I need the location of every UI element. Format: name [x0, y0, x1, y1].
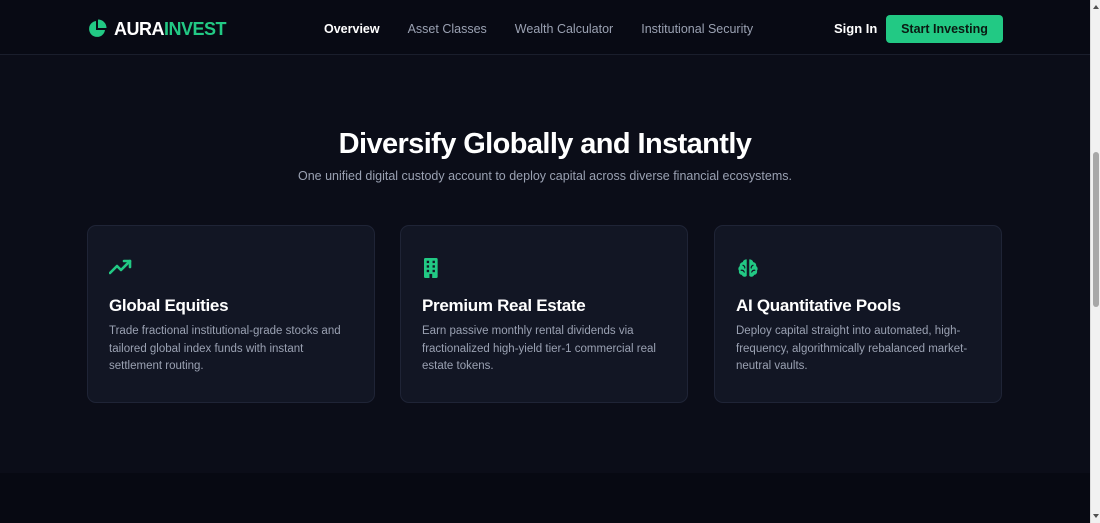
card-description: Earn passive monthly rental dividends vi… [422, 325, 656, 372]
brand-name-part2: INVEST [164, 19, 227, 39]
nav-link-overview[interactable]: Overview [324, 20, 380, 38]
sign-in-link[interactable]: Sign In [834, 20, 877, 38]
trending-up-icon [109, 259, 132, 275]
scroll-up-arrow-icon[interactable] [1092, 2, 1100, 12]
page: AURAINVEST Overview Asset Classes Wealth… [0, 0, 1090, 523]
next-section-band [0, 473, 1090, 523]
browser-viewport: AURAINVEST Overview Asset Classes Wealth… [0, 0, 1100, 523]
pie-chart-icon [89, 19, 107, 37]
brand-logo[interactable]: AURAINVEST [87, 17, 227, 41]
card-description: Deploy capital straight into automated, … [736, 325, 968, 372]
brand-name-part1: AURA [114, 19, 165, 39]
asset-card-global-equities: Global Equities Trade fractional institu… [87, 225, 375, 403]
nav-link-institutional-security[interactable]: Institutional Security [641, 20, 753, 38]
building-icon [424, 258, 438, 278]
scrollbar-thumb[interactable] [1093, 152, 1099, 307]
nav-link-wealth-calculator[interactable]: Wealth Calculator [515, 20, 613, 38]
vertical-scrollbar[interactable] [1090, 0, 1100, 523]
asset-card-ai-quantitative-pools: AI Quantitative Pools Deploy capital str… [714, 225, 1002, 403]
section-subtitle: One unified digital custody account to d… [297, 169, 792, 183]
top-navigation: AURAINVEST Overview Asset Classes Wealth… [0, 0, 1090, 55]
asset-card-premium-real-estate: Premium Real Estate Earn passive monthly… [400, 225, 688, 403]
section-title: Diversify Globally and Instantly [338, 128, 752, 160]
card-title: AI Quantitative Pools [736, 296, 901, 315]
brain-icon [738, 259, 758, 277]
brand-wordmark: AURAINVEST [114, 19, 227, 39]
nav-link-asset-classes[interactable]: Asset Classes [408, 20, 487, 38]
card-title: Global Equities [109, 296, 229, 315]
card-title: Premium Real Estate [422, 296, 586, 315]
scroll-down-arrow-icon[interactable] [1092, 511, 1100, 521]
start-investing-button[interactable]: Start Investing [886, 15, 1003, 43]
nav-links: Overview Asset Classes Wealth Calculator… [324, 20, 753, 38]
card-description: Trade fractional institutional-grade sto… [109, 325, 341, 372]
